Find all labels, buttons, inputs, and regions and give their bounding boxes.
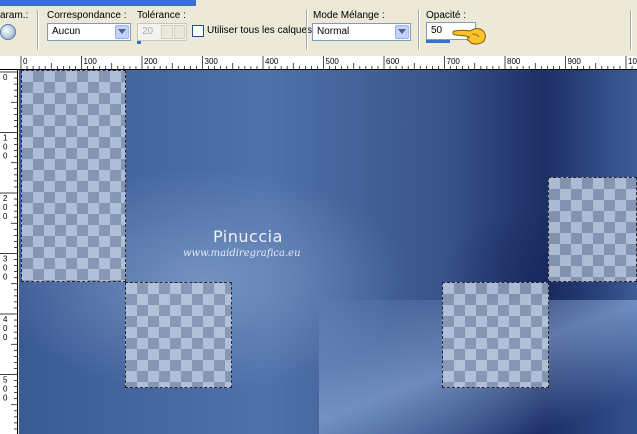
ruler-label: 900 [568,57,582,66]
ruler-label: 0 [3,264,8,273]
ruler-label: 400 [265,57,279,66]
tool-options-toolbar: aram.: Correspondance : Aucun Tolérance … [0,6,637,56]
ruler-label: 0 [3,273,8,282]
use-all-layers-label: Utiliser tous les calques [207,25,313,36]
blend-mode-select[interactable]: Normal [312,23,411,41]
ruler-label: 0 [3,73,8,82]
selection-area[interactable] [21,70,126,282]
ruler-label: 0 [3,203,8,212]
horizontal-ruler: 0 100 200 300 400 500 600 700 800 900 100 [0,56,637,70]
ruler-label: 5 [3,376,8,385]
tolerance-slider[interactable] [137,41,141,44]
chevron-down-icon[interactable] [395,25,409,39]
use-all-layers-checkbox[interactable] [192,25,204,37]
opacity-slider[interactable] [426,40,450,43]
ruler-label: 0 [3,333,8,342]
ruler-label: 200 [144,57,158,66]
ruler-label: 700 [447,57,461,66]
ruler-label: 800 [507,57,521,66]
vertical-ruler-ticks: 0100200300400500 [0,71,18,430]
blend-mode-value: Normal [317,26,350,37]
ruler-label: 600 [386,57,400,66]
vertical-ruler: 0100200300400500 [0,70,18,434]
pointing-hand-icon [452,24,488,49]
ruler-label: 500 [326,57,340,66]
param-label: aram.: [0,10,29,21]
selection-area[interactable] [125,282,232,388]
spin-up-button[interactable] [161,25,173,39]
selection-area[interactable] [548,177,637,282]
ruler-label: 300 [205,57,219,66]
preset-icon[interactable] [0,24,16,40]
ruler-label: 0 [3,212,8,221]
correspondance-select[interactable]: Aucun [47,23,131,41]
ruler-label: 2 [3,194,8,203]
toolbar-separator [306,10,308,50]
opacity-label: Opacité : [426,10,467,21]
spin-down-button[interactable] [173,25,185,39]
ruler-label: 100 [628,57,637,66]
tolerance-spinner[interactable]: 20 [137,23,187,41]
correspondance-label: Correspondance : [47,10,127,21]
ruler-label: 0 [3,152,8,161]
toolbar-separator [630,10,632,50]
chevron-down-icon[interactable] [115,25,129,39]
ruler-label: 100 [84,57,98,66]
ruler-label: 1 [3,134,8,143]
blend-mode-label: Mode Mélange : [313,10,385,21]
ruler-label: 3 [3,255,8,264]
ruler-label: 0 [3,143,8,152]
horizontal-ruler-ticks: 0 100 200 300 400 500 600 700 800 900 100 [20,56,637,70]
watermark-title: Pinuccia [213,227,283,246]
toolbar-separator [37,10,39,50]
image-canvas[interactable] [19,70,637,434]
ruler-label: 0 [3,394,8,403]
correspondance-value: Aucun [52,26,81,37]
ruler-label: 0 [3,324,8,333]
tolerance-label: Tolérance : [137,10,186,21]
opacity-value: 50 [431,25,443,36]
watermark-url: www.maidiregrafica.eu [183,248,301,259]
tolerance-value: 20 [142,26,154,37]
toolbar-separator [418,10,420,50]
selection-area[interactable] [442,282,549,388]
ruler-label: 0 [3,385,8,394]
ruler-label: 4 [3,315,8,324]
ruler-label: 0 [23,57,28,66]
